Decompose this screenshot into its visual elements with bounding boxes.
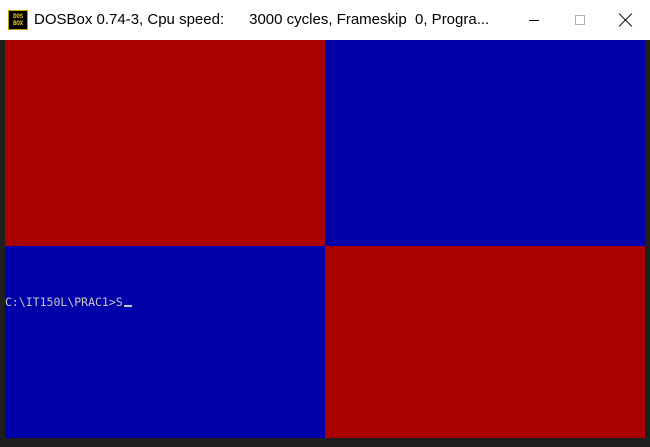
dosbox-icon[interactable]: DOS BOX [8, 10, 28, 30]
title-bar[interactable]: DOS BOX DOSBox 0.74-3, Cpu speed: 3000 c… [0, 0, 650, 40]
minimize-button[interactable] [511, 0, 557, 40]
close-icon [619, 13, 633, 27]
text-cursor [123, 305, 132, 307]
dos-screen[interactable]: C:\IT150L\PRAC1>S [5, 40, 645, 438]
close-button[interactable] [603, 0, 649, 40]
quadrant-top-left [5, 40, 325, 246]
quadrant-bottom-left [5, 246, 325, 438]
window-title: DOSBox 0.74-3, Cpu speed: 3000 cycles, F… [34, 11, 490, 28]
command-prompt: C:\IT150L\PRAC1>S [5, 295, 132, 309]
dosbox-icon-text-bottom: BOX [13, 20, 23, 27]
dosbox-window: DOS BOX DOSBox 0.74-3, Cpu speed: 3000 c… [0, 0, 650, 447]
minimize-icon [529, 19, 539, 21]
maximize-icon [575, 15, 585, 25]
quadrant-bottom-right [325, 246, 645, 438]
quadrant-top-right [325, 40, 645, 246]
maximize-button[interactable] [557, 0, 603, 40]
prompt-text: C:\IT150L\PRAC1>S [5, 295, 123, 309]
dosbox-icon-text-top: DOS [13, 13, 23, 20]
